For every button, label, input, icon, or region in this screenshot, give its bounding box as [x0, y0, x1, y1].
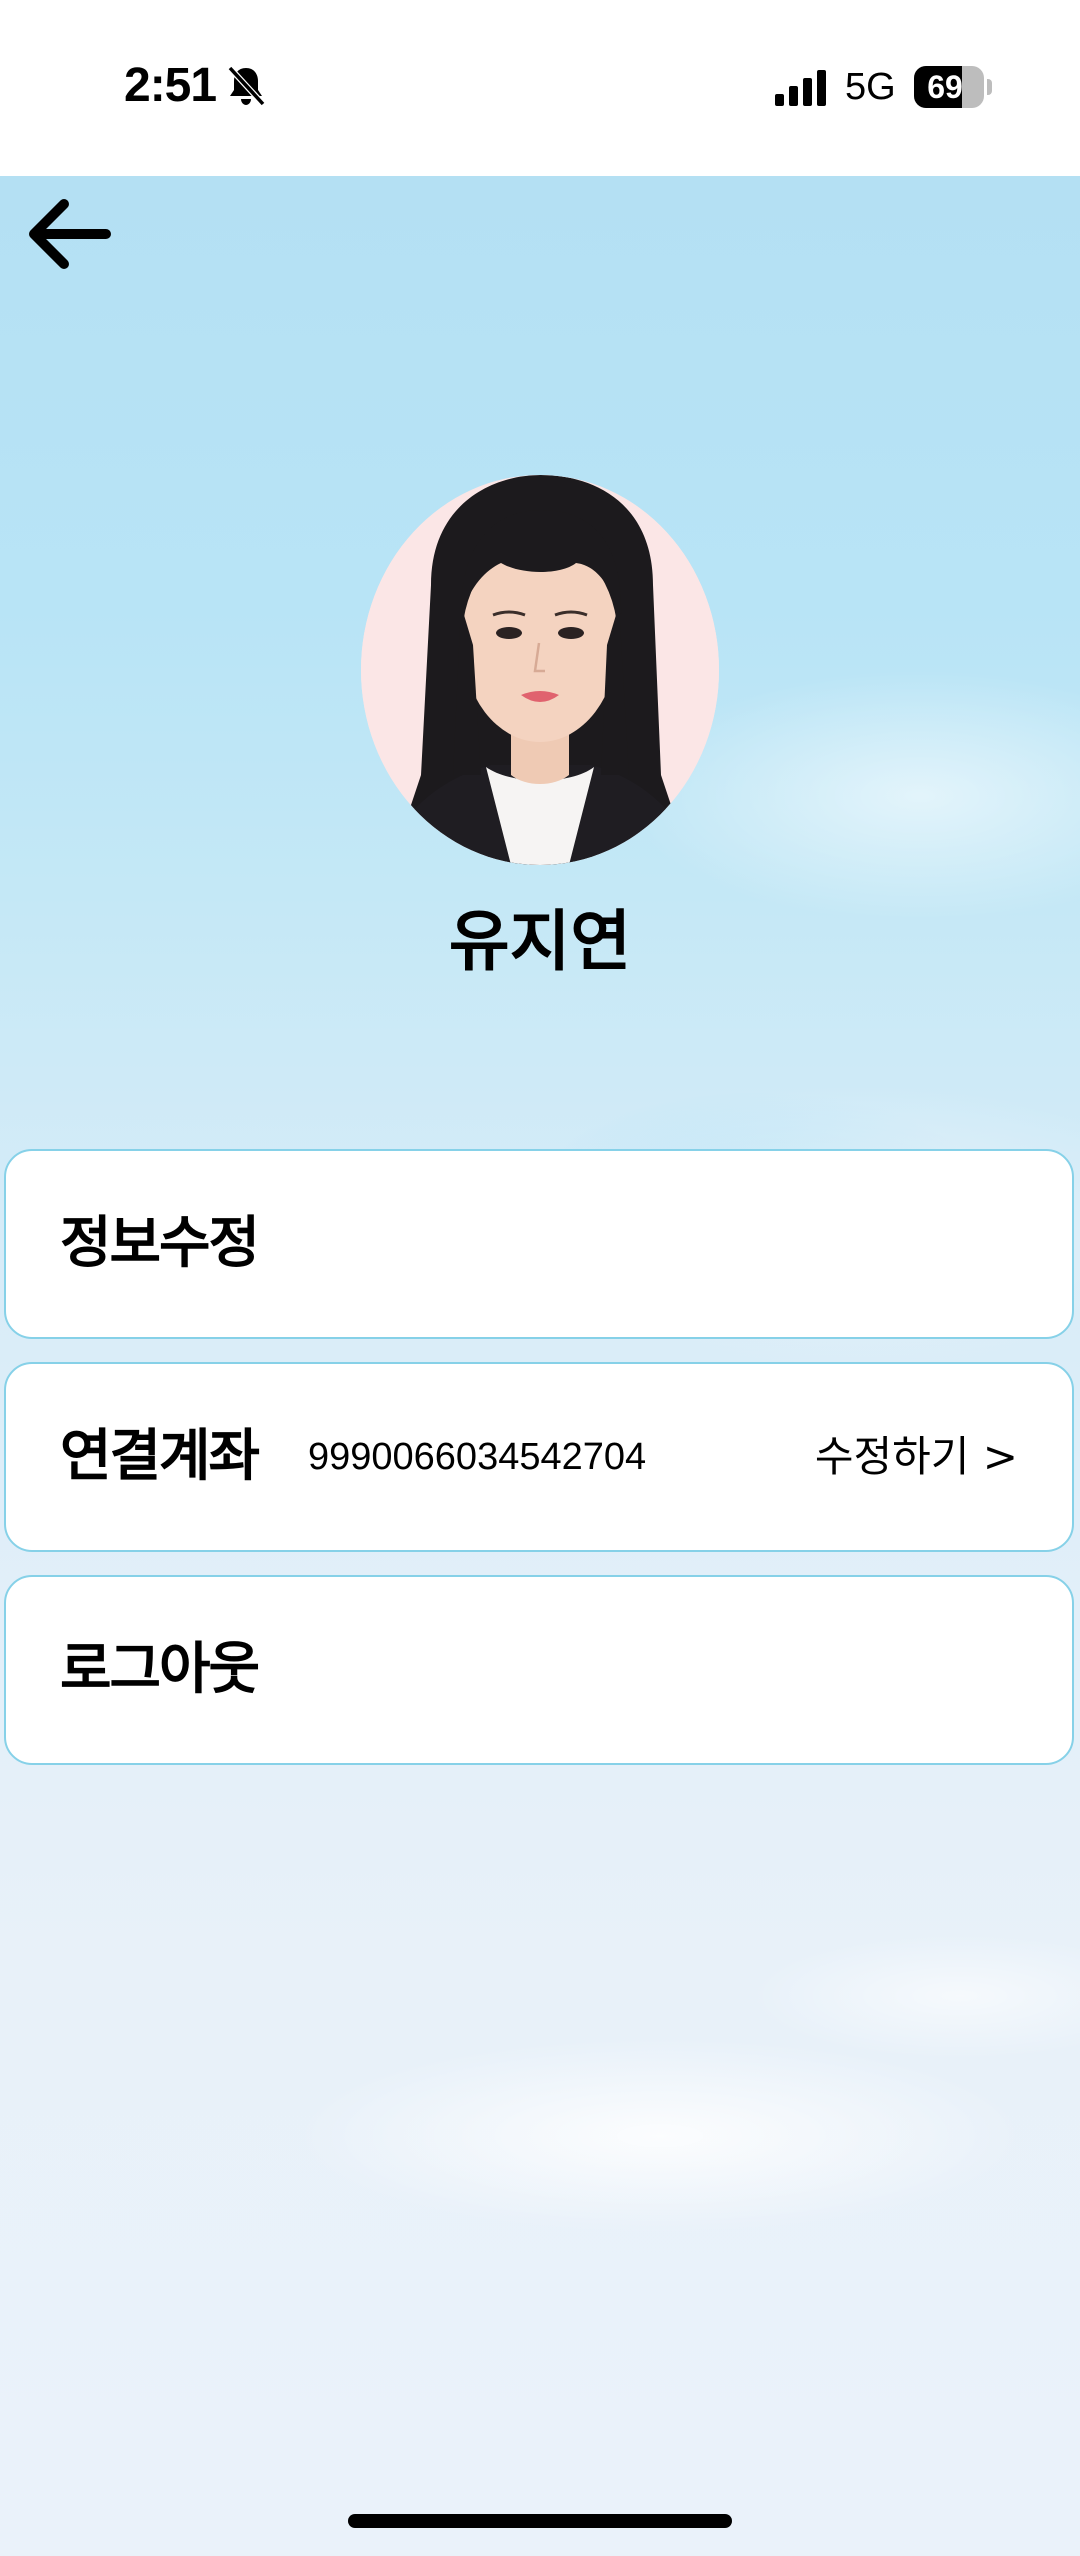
logout-card[interactable]: 로그아웃	[4, 1575, 1074, 1765]
arrow-left-icon	[29, 199, 111, 269]
back-button[interactable]	[24, 194, 114, 274]
bell-slash-icon	[226, 64, 266, 108]
battery-tip	[987, 79, 992, 95]
status-time: 2:51	[124, 59, 217, 112]
edit-info-card[interactable]: 정보수정	[4, 1149, 1074, 1339]
profile-photo	[361, 475, 719, 865]
status-bar: 2:51 5G 69	[0, 0, 1080, 176]
account-number: 9990066034542704	[308, 1436, 647, 1478]
signal-icon	[775, 68, 829, 108]
battery-level-text: 69	[927, 69, 963, 105]
network-label: 5G	[845, 66, 896, 108]
avatar	[361, 475, 719, 865]
logout-label: 로그아웃	[60, 1637, 260, 1702]
linked-account-card: 연결계좌 9990066034542704 수정하기 >	[4, 1362, 1074, 1552]
battery-icon: 69	[914, 66, 984, 108]
profile-name: 유지연	[448, 903, 632, 980]
linked-account-label: 연결계좌	[60, 1424, 260, 1489]
edit-account-button[interactable]: 수정하기 >	[815, 1364, 1018, 1550]
edit-info-label: 정보수정	[60, 1211, 260, 1276]
home-indicator[interactable]	[348, 2514, 732, 2528]
